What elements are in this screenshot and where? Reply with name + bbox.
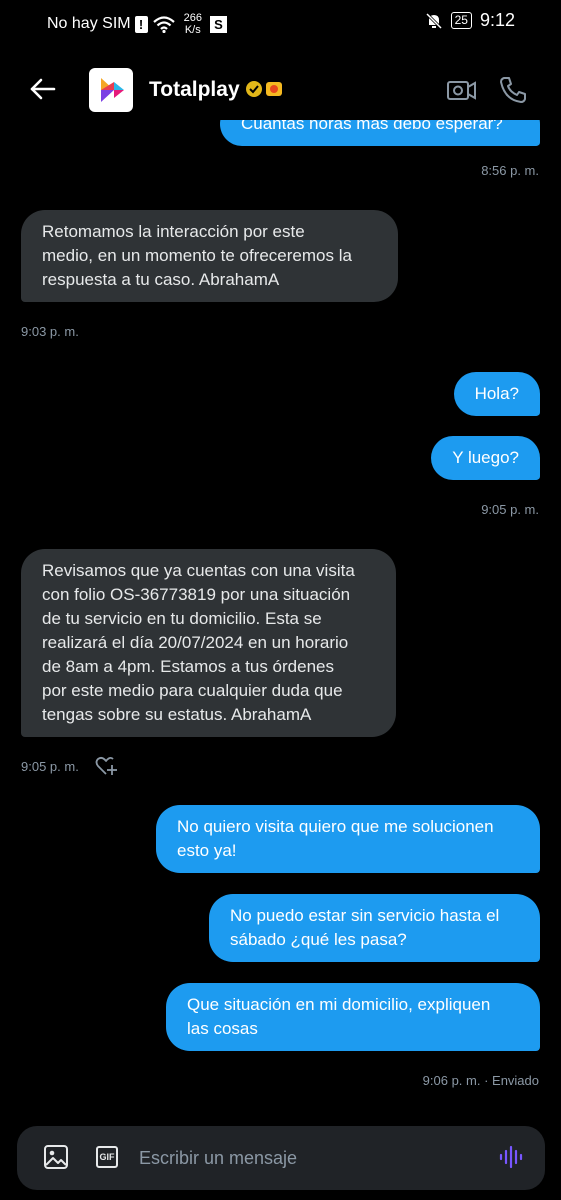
s-badge-icon: S bbox=[209, 15, 227, 33]
mute-bell-icon bbox=[425, 12, 442, 29]
badges bbox=[245, 80, 283, 98]
video-call-icon[interactable] bbox=[446, 74, 478, 106]
incoming-message[interactable]: Retomamos la interacción por este medio,… bbox=[21, 210, 398, 302]
message-timestamp: 9:05 p. m. bbox=[481, 502, 539, 517]
outgoing-message[interactable]: Cuántas horas más debo esperar? bbox=[220, 120, 540, 146]
voice-message-icon[interactable] bbox=[498, 1144, 524, 1170]
outgoing-message[interactable]: No puedo estar sin servicio hasta el sáb… bbox=[209, 894, 540, 962]
message-input[interactable] bbox=[139, 1148, 479, 1169]
status-bar: No hay SIM ! 266 K/s S 25 9:12 bbox=[0, 0, 561, 44]
outgoing-message[interactable]: Hola? bbox=[453, 372, 540, 416]
carrier-label: No hay SIM bbox=[47, 15, 131, 32]
add-reaction-icon[interactable] bbox=[95, 755, 117, 777]
outgoing-message[interactable]: No quiero visita quiero que me solucione… bbox=[156, 805, 540, 873]
message-list: Cuántas horas más debo esperar? 8:56 p. … bbox=[0, 120, 561, 1120]
contact-name[interactable]: Totalplay bbox=[149, 78, 240, 102]
wifi-icon bbox=[152, 16, 175, 33]
network-speed: 266 K/s bbox=[183, 12, 202, 36]
verified-badge-icon bbox=[246, 81, 262, 97]
message-timestamp: 9:03 p. m. bbox=[21, 324, 79, 339]
incoming-message[interactable]: Revisamos que ya cuentas con una visita … bbox=[21, 549, 396, 737]
sim-alert-icon: ! bbox=[134, 15, 148, 33]
gif-icon[interactable]: GIF bbox=[96, 1146, 118, 1168]
message-status: 9:06 p. m. · Enviado bbox=[422, 1073, 539, 1088]
message-composer: GIF bbox=[17, 1126, 545, 1190]
image-icon[interactable] bbox=[43, 1144, 69, 1170]
outgoing-message[interactable]: Y luego? bbox=[431, 436, 540, 480]
affiliate-badge-icon bbox=[266, 82, 282, 96]
totalplay-logo-icon bbox=[101, 78, 124, 102]
conversation-header: Totalplay bbox=[0, 60, 561, 120]
message-timestamp: 9:05 p. m. bbox=[21, 759, 79, 774]
clock: 9:12 bbox=[479, 10, 515, 30]
message-timestamp: 8:56 p. m. bbox=[481, 163, 539, 178]
battery-indicator: 25 bbox=[450, 12, 472, 29]
back-arrow-icon[interactable] bbox=[28, 74, 58, 104]
outgoing-message[interactable]: Que situación en mi domicilio, expliquen… bbox=[166, 983, 540, 1051]
phone-icon[interactable] bbox=[497, 74, 529, 106]
contact-avatar[interactable] bbox=[89, 68, 133, 112]
